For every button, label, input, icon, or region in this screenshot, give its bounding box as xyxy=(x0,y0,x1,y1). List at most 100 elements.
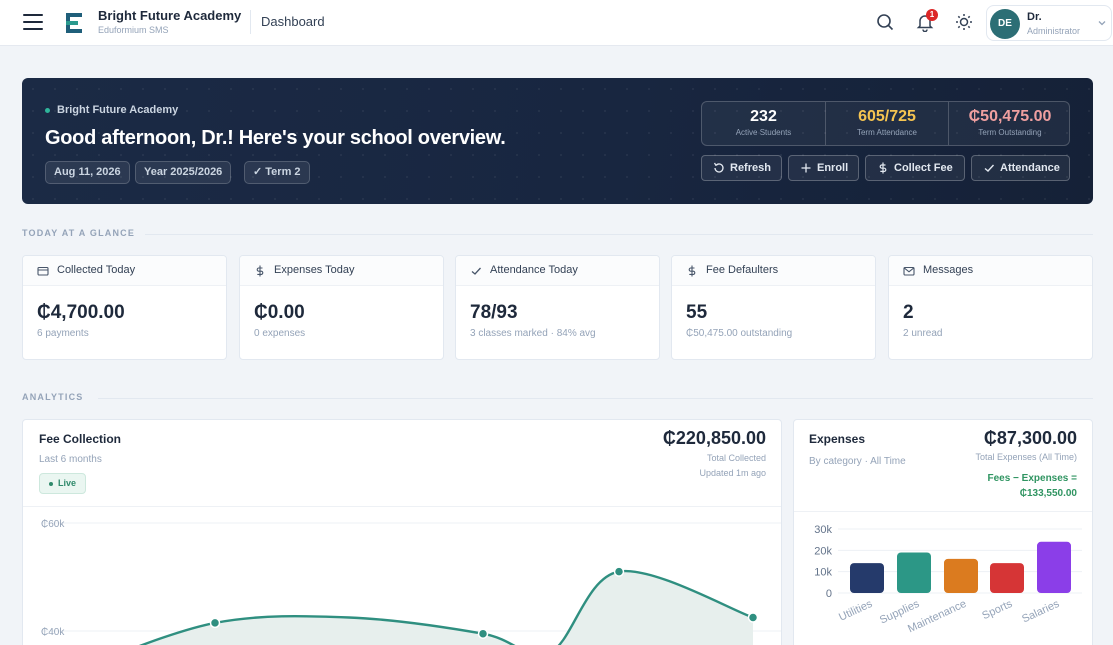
section-divider xyxy=(145,234,1093,235)
attendance-label: Attendance xyxy=(1000,162,1060,174)
y-tick-label: 30k xyxy=(814,524,832,536)
refresh-button[interactable]: Refresh xyxy=(701,155,782,181)
fee-collection-chart: ₵60k ₵40k xyxy=(41,518,781,645)
bar-maintenance xyxy=(944,558,978,593)
x-tick-label: Sports xyxy=(980,598,1014,623)
fee-collection-subtitle: Last 6 months xyxy=(39,454,102,465)
y-tick-label: 20k xyxy=(814,545,832,557)
expenses-chart: 30k20k10k0Utilities SuppliesMaintenance Sp… xyxy=(814,524,1082,635)
fee-collection-total: ₵220,850.00 xyxy=(662,428,766,448)
x-tick-label: Utilities xyxy=(837,598,875,624)
divider xyxy=(250,10,251,34)
collect-fee-button[interactable]: Collect Fee xyxy=(865,155,965,181)
stat-term-outstanding: ₵50,475.00 Term Outstanding xyxy=(948,102,1071,145)
card-title: Attendance Today xyxy=(490,264,578,276)
user-name: Dr. xyxy=(1027,11,1042,23)
avatar: DE xyxy=(990,9,1020,39)
theme-toggle-icon[interactable] xyxy=(954,12,974,32)
stat-label: Active Students xyxy=(735,128,792,137)
net-balance: Fees − Expenses = ₵133,550.00 xyxy=(987,473,1077,499)
expenses-total: ₵87,300.00 xyxy=(983,428,1077,448)
plus-icon xyxy=(801,163,811,173)
top-bar: Bright Future Academy Eduformium SMS Das… xyxy=(0,0,1113,46)
section-title-analytics: ANALYTICS xyxy=(22,392,84,402)
card-subtext: 6 payments xyxy=(37,328,89,339)
menu-icon[interactable] xyxy=(23,14,43,31)
refresh-label: Refresh xyxy=(730,162,771,174)
x-tick-label: Salaries xyxy=(1020,598,1062,626)
app-logo xyxy=(66,13,82,33)
user-menu[interactable]: DE Dr. Administrator xyxy=(986,5,1112,41)
user-role: Administrator xyxy=(1027,26,1081,36)
card-value: 78/93 xyxy=(470,302,518,323)
glance-card-fee-defaulters[interactable]: Fee Defaulters 55 ₵50,475.00 outstanding xyxy=(671,255,876,360)
expenses-card: Expenses By category · All Time ₵87,300.… xyxy=(793,419,1093,645)
glance-card-attendance[interactable]: Attendance Today 78/93 3 classes marked … xyxy=(455,255,660,360)
card-title: Messages xyxy=(923,264,974,276)
expenses-total-label: Total Expenses (All Time) xyxy=(975,452,1077,462)
fee-collection-total-label: Total Collected xyxy=(706,453,766,463)
enroll-label: Enroll xyxy=(817,162,849,174)
section-divider xyxy=(98,398,1093,399)
term-chip: ✓ Term 2 xyxy=(244,161,310,184)
glance-card-expenses[interactable]: Expenses Today ₵0.00 0 expenses xyxy=(239,255,444,360)
fee-collection-title: Fee Collection xyxy=(39,432,122,446)
bar-salaries xyxy=(1037,541,1071,593)
stat-value: 232 xyxy=(750,108,777,125)
live-badge: Live xyxy=(39,473,87,494)
dollar-icon xyxy=(688,265,696,277)
glance-card-messages[interactable]: Messages 2 2 unread xyxy=(888,255,1093,360)
bar-supplies xyxy=(897,552,931,593)
collect-fee-label: Collect Fee xyxy=(894,162,953,174)
expenses-subtitle: By category · All Time xyxy=(809,456,906,467)
card-header: Messages xyxy=(889,256,1092,286)
card-value: ₵4,700.00 xyxy=(37,302,125,323)
banner-school-name: Bright Future Academy xyxy=(57,104,179,116)
card-title: Expenses Today xyxy=(274,264,355,276)
card-header: Collected Today xyxy=(23,256,226,286)
card-subtext: ₵50,475.00 outstanding xyxy=(686,328,793,339)
stat-active-students: 232 Active Students xyxy=(702,102,825,145)
data-point xyxy=(477,628,489,639)
welcome-banner: Bright Future Academy Good afternoon, Dr… xyxy=(22,78,1093,204)
stat-label: Term Outstanding xyxy=(978,128,1042,137)
dollar-icon xyxy=(256,265,264,277)
app-name: Eduformium SMS xyxy=(98,25,169,35)
card-header: Fee Defaulters xyxy=(672,256,875,286)
card-value: 55 xyxy=(686,302,708,323)
y-tick-label: 10k xyxy=(814,567,832,579)
academic-year-chip: Year 2025/2026 xyxy=(135,161,232,184)
card-title: Fee Defaulters xyxy=(706,264,779,276)
stat-value: ₵50,475.00 xyxy=(968,108,1052,125)
y-tick-label: ₵40k xyxy=(41,626,65,638)
refresh-icon xyxy=(713,162,724,173)
card-header: Attendance Today xyxy=(456,256,659,286)
bar-sports xyxy=(990,563,1024,593)
enroll-button[interactable]: Enroll xyxy=(788,155,859,181)
card-value: 2 xyxy=(903,302,914,323)
fee-collection-card: Fee Collection Last 6 months Live ₵220,8… xyxy=(22,419,782,645)
bar-utilities xyxy=(850,563,884,593)
stat-term-attendance: 605/725 Term Attendance xyxy=(825,102,948,145)
card-subtext: 2 unread xyxy=(903,328,943,339)
data-point xyxy=(613,566,625,577)
glance-card-collected[interactable]: Collected Today ₵4,700.00 6 payments xyxy=(22,255,227,360)
school-name: Bright Future Academy xyxy=(98,8,242,23)
data-point xyxy=(747,612,759,623)
check-icon xyxy=(471,267,481,275)
stats-summary: 232 Active Students 605/725 Term Attenda… xyxy=(701,101,1070,146)
attendance-button[interactable]: Attendance xyxy=(971,155,1070,181)
date-chip: Aug 11, 2026 xyxy=(45,161,130,184)
greeting-heading: Good afternoon, Dr.! Here's your school … xyxy=(45,127,506,149)
section-title-glance: TODAY AT A GLANCE xyxy=(22,228,136,238)
card-header: Expenses Today xyxy=(240,256,443,286)
y-tick-label: ₵60k xyxy=(41,518,65,530)
card-subtext: 0 expenses xyxy=(254,328,306,339)
search-icon[interactable] xyxy=(875,12,895,32)
mail-icon xyxy=(903,266,915,276)
check-icon xyxy=(984,164,995,172)
dollar-icon xyxy=(879,162,887,174)
fee-collection-updated: Updated 1m ago xyxy=(699,468,766,478)
chevron-down-icon xyxy=(1098,21,1106,26)
page-title: Dashboard xyxy=(261,14,325,29)
